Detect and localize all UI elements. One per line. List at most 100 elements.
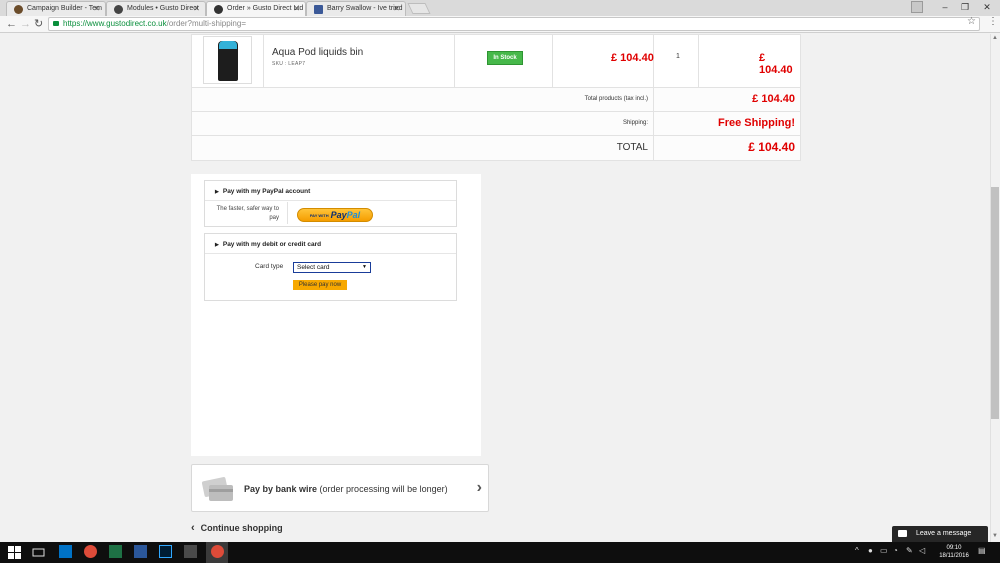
- product-name[interactable]: Aqua Pod liquids bin: [272, 47, 363, 58]
- dropdown-caret-icon: ▼: [362, 264, 367, 270]
- tab-label: Campaign Builder - Tem: [27, 5, 102, 12]
- unit-price: £ 104.40: [611, 52, 654, 64]
- address-bar: ← → ↻ https://www.gustodirect.co.uk/orde…: [0, 16, 1000, 33]
- scrollbar-thumb[interactable]: [991, 187, 999, 419]
- windows-taskbar: ^ ● ▭ ◔ ✎ ◁ 09:10 18/11/2016 ▤: [0, 542, 1000, 563]
- cell-divider: [454, 35, 455, 87]
- browser-tab-bar: Campaign Builder - Tem ✕ Modules • Gusto…: [0, 0, 1000, 16]
- clock-time: 09:10: [946, 545, 962, 551]
- summary-row-total: TOTAL £ 104.40: [192, 136, 800, 160]
- tab-label: Order » Gusto Direct Ltd: [227, 5, 304, 12]
- chrome-icon[interactable]: [84, 545, 97, 558]
- cell-divider: [698, 35, 699, 87]
- tab-modules[interactable]: Modules • Gusto Direct ✕: [106, 1, 206, 16]
- windows-start-icon[interactable]: [8, 546, 21, 559]
- summary-label: Total products (tax incl.): [584, 96, 648, 102]
- close-tab-icon[interactable]: ✕: [93, 2, 100, 15]
- url-path: /order?multi-shipping=: [166, 19, 246, 28]
- product-sku: SKU : LEAP7: [272, 61, 306, 67]
- new-tab-button[interactable]: [407, 3, 431, 14]
- payment-panel: ▶ Pay with my PayPal account The faster, …: [191, 174, 481, 456]
- secure-lock-icon: [53, 21, 59, 26]
- wifi-icon[interactable]: ◔: [893, 546, 898, 555]
- caret-right-icon: ▶: [215, 242, 219, 248]
- bookmark-star-icon[interactable]: ☆: [967, 16, 976, 27]
- line-total: £ 104.40: [759, 52, 793, 76]
- file-explorer-icon[interactable]: [184, 545, 197, 558]
- notifications-icon[interactable]: ▤: [978, 546, 986, 555]
- excel-icon[interactable]: [109, 545, 122, 558]
- campaign-favicon-icon: [14, 5, 23, 14]
- facebook-favicon-icon: [314, 5, 323, 14]
- cell-divider: [653, 136, 654, 160]
- shipping-value: Free Shipping!: [718, 117, 795, 129]
- card-type-select[interactable]: Select card ▼: [293, 262, 371, 273]
- tab-order[interactable]: Order » Gusto Direct Ltd ✕: [206, 1, 306, 16]
- word-icon[interactable]: [134, 545, 147, 558]
- pen-icon[interactable]: ✎: [906, 546, 913, 555]
- task-view-icon[interactable]: [32, 546, 45, 559]
- summary-label: Shipping:: [622, 120, 648, 126]
- tab-label: Modules • Gusto Direct: [127, 5, 199, 12]
- url-input[interactable]: https://www.gustodirect.co.uk/order?mult…: [48, 17, 980, 31]
- forward-icon[interactable]: →: [20, 17, 31, 31]
- gusto-favicon-icon: [214, 5, 223, 14]
- summary-row-shipping: Shipping: Free Shipping!: [192, 112, 800, 136]
- scroll-up-arrow-icon[interactable]: ▲: [991, 35, 999, 41]
- card-section: ▶ Pay with my debit or credit card Card t…: [204, 233, 457, 301]
- close-window-icon[interactable]: ✕: [976, 0, 998, 14]
- chevron-right-icon: ›: [476, 479, 482, 496]
- tab-facebook[interactable]: Barry Swallow - Ive tried ✕: [306, 1, 406, 16]
- close-tab-icon[interactable]: ✕: [193, 2, 200, 15]
- outlook-icon[interactable]: [59, 545, 72, 558]
- gusto-favicon-icon: [114, 5, 123, 14]
- paypal-tagline: The faster, safer way to pay: [216, 206, 279, 221]
- volume-icon[interactable]: ◁: [919, 546, 925, 555]
- table-row: Aqua Pod liquids bin SKU : LEAP7 In Stoc…: [192, 35, 800, 88]
- bank-wire-label: Pay by bank wire (order processing will …: [244, 484, 448, 494]
- total-label: TOTAL: [616, 142, 648, 153]
- reload-icon[interactable]: ↻: [34, 17, 43, 31]
- tab-campaign-builder[interactable]: Campaign Builder - Tem ✕: [6, 1, 106, 16]
- product-quantity: 1: [676, 53, 680, 60]
- leave-message-chat-button[interactable]: Leave a message: [892, 526, 988, 542]
- photoshop-icon[interactable]: [159, 545, 172, 558]
- network-icon[interactable]: ▭: [880, 546, 888, 555]
- maximize-icon[interactable]: ❐: [954, 0, 976, 14]
- total-value: £ 104.40: [748, 140, 795, 154]
- paypal-button[interactable]: PAY WITH PayPal: [297, 208, 373, 222]
- close-tab-icon[interactable]: ✕: [293, 2, 300, 15]
- card-heading[interactable]: ▶ Pay with my debit or credit card: [215, 241, 321, 248]
- cell-divider: [653, 88, 654, 111]
- bank-wire-option[interactable]: Pay by bank wire (order processing will …: [191, 464, 489, 512]
- clock-date: 18/11/2016: [939, 553, 969, 559]
- continue-shopping-link[interactable]: ‹ Continue shopping: [191, 522, 283, 534]
- tab-label: Barry Swallow - Ive tried: [327, 5, 403, 12]
- summary-row-products: Total products (tax incl.) £ 104.40: [192, 88, 800, 112]
- minimize-icon[interactable]: –: [934, 0, 956, 14]
- tray-app-icon[interactable]: ●: [868, 546, 873, 555]
- user-profile-icon[interactable]: [911, 1, 923, 13]
- back-icon[interactable]: ←: [6, 17, 17, 31]
- close-tab-icon[interactable]: ✕: [393, 2, 400, 15]
- url-host: https://www.gustodirect.co.uk: [63, 19, 167, 28]
- paypal-section: ▶ Pay with my PayPal account The faster, …: [204, 180, 457, 227]
- browser-menu-icon[interactable]: ⋮: [988, 16, 998, 27]
- cell-divider: [653, 112, 654, 135]
- liquids-bin-icon: [218, 41, 238, 81]
- product-image[interactable]: [203, 36, 252, 84]
- card-type-label: Card type: [255, 263, 284, 270]
- cart-summary-table: Aqua Pod liquids bin SKU : LEAP7 In Stoc…: [191, 34, 801, 161]
- cell-divider: [552, 35, 553, 87]
- tray-expand-icon[interactable]: ^: [855, 546, 859, 555]
- paypal-heading[interactable]: ▶ Pay with my PayPal account: [215, 188, 310, 195]
- cell-divider: [263, 35, 264, 87]
- chrome-active-icon[interactable]: [211, 545, 224, 558]
- cards-icon: [201, 477, 233, 501]
- envelope-icon: [898, 530, 907, 537]
- scroll-down-arrow-icon[interactable]: ▼: [991, 533, 999, 539]
- pay-now-button[interactable]: Please pay now: [293, 280, 347, 290]
- summary-value: £ 104.40: [752, 93, 795, 105]
- chevron-left-icon: ‹: [191, 522, 195, 534]
- system-clock[interactable]: 09:10 18/11/2016: [938, 544, 970, 560]
